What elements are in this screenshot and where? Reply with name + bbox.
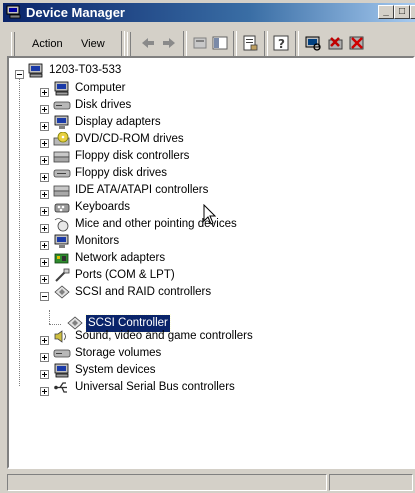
floppy-drive-icon <box>53 169 71 178</box>
display-adapter-icon <box>54 115 69 129</box>
expand-toggle[interactable] <box>40 122 49 131</box>
tree-item-label: Display adapters <box>75 116 161 128</box>
toolbar-separator <box>233 31 237 57</box>
back-arrow-icon[interactable] <box>139 34 157 52</box>
dvd-drive-icon <box>53 132 70 146</box>
properties-icon[interactable] <box>241 34 259 52</box>
update-driver-icon[interactable] <box>327 34 345 52</box>
expand-toggle[interactable] <box>40 224 49 233</box>
tree-item-label: Network adapters <box>75 252 166 264</box>
network-adapter-icon <box>54 253 69 264</box>
expand-toggle[interactable] <box>40 241 49 250</box>
tree-connector <box>49 310 50 324</box>
expand-toggle[interactable] <box>40 88 49 97</box>
minimize-button[interactable]: _ <box>378 5 394 19</box>
expand-toggle[interactable] <box>40 139 49 148</box>
expand-toggle[interactable] <box>40 370 49 379</box>
svg-text:?: ? <box>278 37 285 51</box>
device-manager-window: Device Manager _ □ x Action View <box>0 0 415 493</box>
disk-drive-icon <box>53 101 71 110</box>
expand-toggle[interactable] <box>40 105 49 114</box>
tree-item-label: Storage volumes <box>75 347 162 359</box>
tree-item-label: Computer <box>75 82 126 94</box>
collapse-toggle[interactable] <box>40 292 49 301</box>
tree-item-label: DVD/CD-ROM drives <box>75 133 184 145</box>
usb-icon <box>54 382 67 393</box>
title-bar[interactable]: Device Manager _ □ x <box>3 3 415 22</box>
port-icon <box>55 268 70 282</box>
toolbar-separator <box>121 31 125 57</box>
monitor-icon <box>54 234 69 248</box>
status-pane-main <box>7 474 327 491</box>
up-level-icon[interactable] <box>191 34 209 52</box>
ide-controller-icon <box>53 185 70 197</box>
computer-icon <box>54 81 69 96</box>
tree-item-label: Universal Serial Bus controllers <box>75 381 235 393</box>
window-title: Device Manager <box>26 5 125 20</box>
status-pane-secondary <box>329 474 413 491</box>
status-bar <box>3 472 415 493</box>
tree-item-label: Floppy disk controllers <box>75 150 190 162</box>
tree-item-label: Keyboards <box>75 201 130 213</box>
tree-item-label: SCSI and RAID controllers <box>75 286 212 298</box>
expand-toggle[interactable] <box>40 336 49 345</box>
collapse-toggle[interactable] <box>15 70 24 79</box>
tree-connector <box>19 79 20 386</box>
restore-button[interactable]: □ <box>394 5 410 19</box>
system-devices-icon <box>54 363 69 378</box>
tree-item-label: Monitors <box>75 235 120 247</box>
sound-icon <box>54 330 66 343</box>
expand-toggle[interactable] <box>40 207 49 216</box>
tree-item-label: Floppy disk drives <box>75 167 168 179</box>
computer-icon <box>28 63 43 78</box>
tree-item-label: Sound, video and game controllers <box>75 330 253 342</box>
tree-connector <box>49 324 61 325</box>
keyboard-icon <box>54 203 70 213</box>
expand-toggle[interactable] <box>40 353 49 362</box>
expand-toggle[interactable] <box>40 156 49 165</box>
toolbar-grip-2[interactable] <box>127 32 131 56</box>
toolbar-grip[interactable] <box>11 32 15 56</box>
expand-toggle[interactable] <box>40 387 49 396</box>
floppy-controller-icon <box>53 151 70 163</box>
uninstall-icon[interactable] <box>348 34 366 52</box>
tree-item-label: IDE ATA/ATAPI controllers <box>75 184 209 196</box>
mouse-cursor-icon <box>203 204 217 225</box>
show-hide-console-tree-icon[interactable] <box>211 34 229 52</box>
mouse-icon <box>54 218 69 232</box>
toolbar-separator <box>295 31 299 57</box>
device-manager-icon <box>6 5 21 19</box>
menu-action[interactable]: Action <box>32 37 63 51</box>
tree-root-label: 1203-T03-533 <box>49 64 122 76</box>
forward-arrow-icon[interactable] <box>160 34 178 52</box>
tree-item-label: System devices <box>75 364 156 376</box>
expand-toggle[interactable] <box>40 258 49 267</box>
menu-view[interactable]: View <box>81 37 105 51</box>
toolbar-separator <box>183 31 187 57</box>
help-icon[interactable]: ? <box>272 34 290 52</box>
tree-item-label: Ports (COM & LPT) <box>75 269 175 281</box>
scan-hardware-icon[interactable] <box>304 34 322 52</box>
device-tree[interactable]: 1203-T03-533 Computer Disk drives Displa… <box>7 56 415 469</box>
expand-toggle[interactable] <box>40 190 49 199</box>
toolbar-separator <box>264 31 268 57</box>
expand-toggle[interactable] <box>40 173 49 182</box>
tree-item-label: Disk drives <box>75 99 132 111</box>
expand-toggle[interactable] <box>40 275 49 284</box>
storage-volume-icon <box>53 349 71 358</box>
scsi-icon <box>54 285 70 299</box>
close-button[interactable]: x <box>410 5 415 19</box>
